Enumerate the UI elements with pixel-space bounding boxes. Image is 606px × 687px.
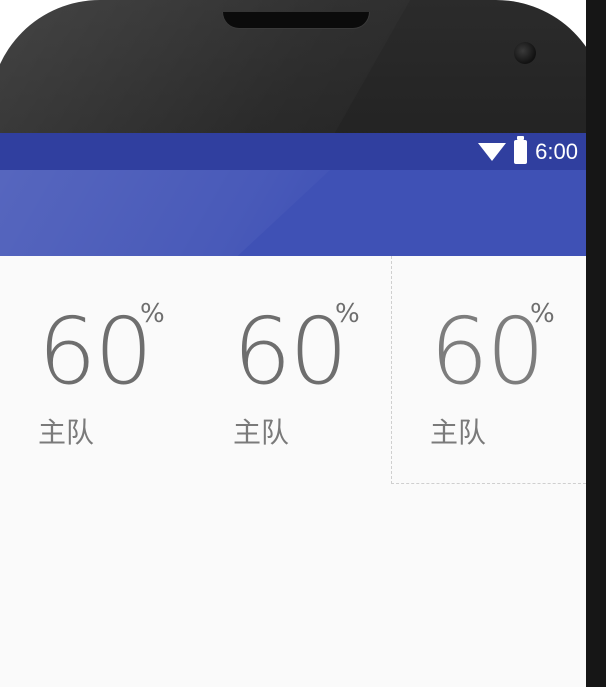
stat-value: 60	[38, 298, 153, 405]
status-icons: 6:00	[478, 136, 578, 165]
stat-unit: %	[140, 299, 165, 329]
stat-card-1[interactable]: 60 % 主队	[0, 256, 195, 484]
battery-icon	[514, 136, 528, 164]
front-camera-icon	[514, 42, 536, 64]
stat-value: 60	[233, 298, 348, 405]
earpiece-speaker	[222, 12, 370, 29]
stat-card-2[interactable]: 60 % 主队	[195, 256, 390, 484]
stat-unit: %	[530, 299, 555, 329]
app-screen: 6:00 60 % 主队 60 % 主队 60 % 主队	[0, 133, 586, 687]
stat-value: 60	[430, 298, 545, 405]
wifi-icon	[478, 143, 507, 161]
status-bar: 6:00	[0, 133, 586, 170]
stat-unit: %	[335, 299, 360, 329]
stat-label: 主队	[38, 416, 95, 449]
stat-label: 主队	[233, 416, 290, 449]
stat-card-3[interactable]: 60 % 主队	[391, 256, 586, 484]
device-edge	[586, 0, 606, 687]
status-time: 6:00	[535, 139, 578, 164]
stat-label: 主队	[430, 416, 487, 449]
toolbar-reflection	[0, 170, 330, 256]
phone-frame: 6:00 60 % 主队 60 % 主队 60 % 主队	[0, 0, 606, 687]
app-toolbar	[0, 170, 586, 256]
